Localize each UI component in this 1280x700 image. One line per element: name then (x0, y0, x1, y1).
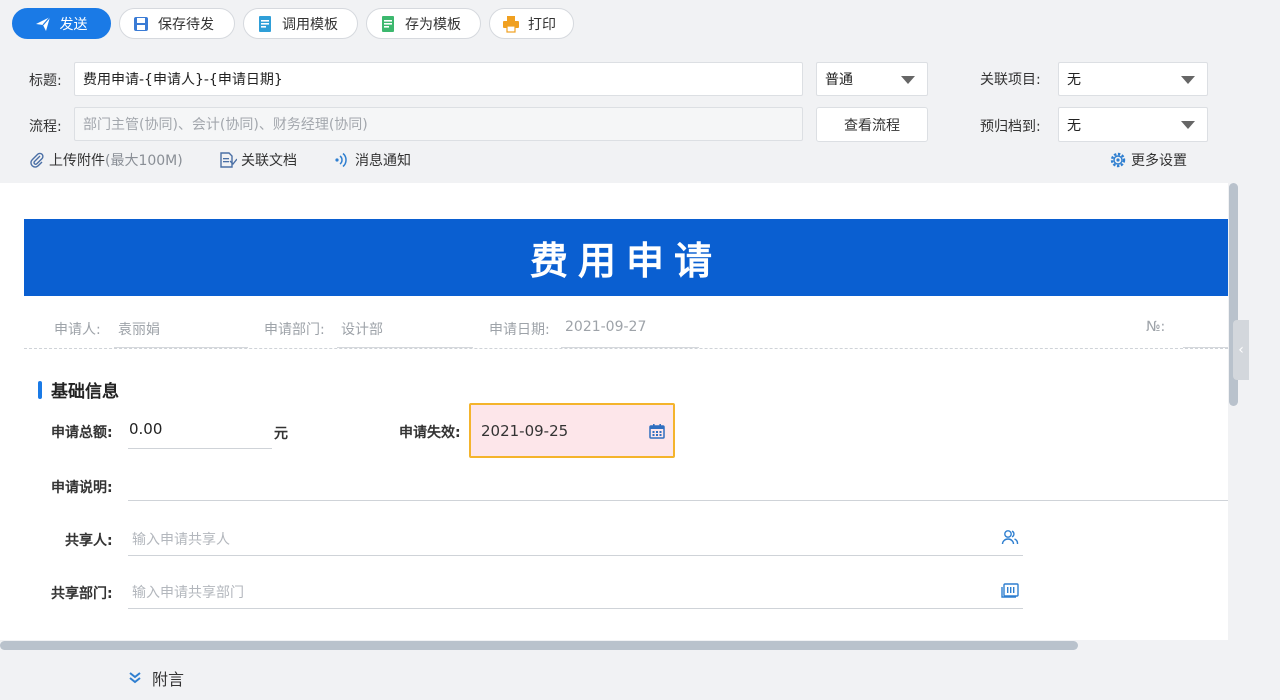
amount-input[interactable]: 0.00 (128, 415, 272, 449)
expire-date-input[interactable]: 2021-09-25 (469, 403, 675, 458)
form-document: 费用申请 申请人: 袁丽娟 申请部门: 设计部 申请日期: 2021-09-27… (0, 183, 1228, 640)
amount-unit: 元 (274, 426, 288, 442)
view-flow-button[interactable]: 查看流程 (816, 107, 928, 142)
paperclip-icon (30, 152, 44, 168)
send-button[interactable]: 发送 (12, 8, 111, 39)
use-template-button[interactable]: 调用模板 (243, 8, 358, 39)
double-chevron-down-icon (129, 672, 141, 684)
archive-label: 预归档到: (980, 119, 1041, 135)
share-dept-placeholder: 输入申请共享部门 (132, 585, 244, 601)
chevron-down-icon (1181, 76, 1195, 84)
description-label: 申请说明: (51, 480, 113, 496)
toolbar: 发送 保存待发 调用模板 存为模板 打印 (12, 8, 574, 39)
related-project-select[interactable]: 无 (1058, 62, 1208, 96)
chevron-down-icon (1181, 121, 1195, 129)
date-label: 申请日期: (489, 322, 550, 338)
horizontal-scrollbar-thumb[interactable] (0, 641, 1078, 650)
related-doc-link[interactable]: 关联文档 (219, 150, 297, 170)
save-template-label: 存为模板 (405, 16, 461, 33)
attach-comment-label: 附言 (152, 670, 185, 689)
chevron-left-icon: ‹ (1238, 342, 1244, 358)
attach-comment-toggle[interactable]: 附言 (128, 666, 184, 690)
divider (24, 348, 1228, 349)
flow-label: 流程: (29, 119, 62, 135)
priority-select[interactable]: 普通 (816, 62, 928, 96)
related-doc-label: 关联文档 (241, 153, 297, 169)
priority-value: 普通 (825, 72, 853, 88)
description-input[interactable] (128, 467, 1228, 501)
more-settings-label: 更多设置 (1131, 153, 1187, 169)
amount-label: 申请总额: (51, 425, 113, 441)
flow-value: 部门主管(协同)、会计(协同)、财务经理(协同) (83, 117, 368, 133)
document-link-icon (220, 152, 237, 168)
partial-row (128, 633, 1023, 640)
save-draft-button[interactable]: 保存待发 (119, 8, 235, 39)
title-input[interactable]: 费用申请-{申请人}-{申请日期} (74, 62, 803, 96)
more-settings-link[interactable]: 更多设置 (1109, 150, 1187, 170)
paper-plane-icon (35, 16, 50, 31)
dept-value: 设计部 (337, 317, 473, 348)
template-icon (259, 15, 271, 32)
gear-icon (1110, 152, 1126, 168)
save-template-button[interactable]: 存为模板 (366, 8, 481, 39)
form-banner-title: 费用申请 (24, 219, 1228, 296)
upload-limit: (最大100M) (105, 153, 183, 169)
users-icon[interactable] (1001, 529, 1019, 545)
applicant-label: 申请人: (54, 322, 101, 338)
applicant-value: 袁丽娟 (114, 317, 248, 348)
department-icon[interactable] (1001, 582, 1019, 598)
share-dept-input[interactable]: 输入申请共享部门 (128, 574, 1023, 609)
save-template-icon (382, 15, 394, 32)
message-notify-link[interactable]: 消息通知 (333, 150, 411, 170)
upload-attachment-link[interactable]: 上传附件 (最大100M) (29, 150, 183, 170)
expire-date-value: 2021-09-25 (481, 421, 569, 440)
share-person-placeholder: 输入申请共享人 (132, 532, 230, 548)
title-label: 标题: (29, 73, 62, 89)
related-project-value: 无 (1067, 72, 1081, 88)
related-project-label: 关联项目: (980, 72, 1041, 88)
save-draft-label: 保存待发 (158, 16, 214, 33)
archive-select[interactable]: 无 (1058, 107, 1208, 142)
section-marker (38, 381, 42, 399)
notify-label: 消息通知 (355, 153, 411, 169)
use-template-label: 调用模板 (282, 16, 338, 33)
section-title: 基础信息 (51, 382, 119, 402)
date-value: 2021-09-27 (561, 317, 699, 348)
expire-label: 申请失效: (399, 425, 461, 441)
save-icon (134, 16, 148, 31)
calendar-icon[interactable] (649, 423, 665, 439)
dept-label: 申请部门: (264, 322, 325, 338)
upload-label: 上传附件 (49, 153, 105, 169)
share-dept-label: 共享部门: (51, 586, 113, 602)
number-value (1183, 317, 1228, 348)
title-value: 费用申请-{申请人}-{申请日期} (83, 72, 283, 88)
amount-value: 0.00 (129, 420, 163, 438)
print-button[interactable]: 打印 (489, 8, 574, 39)
send-label: 发送 (59, 16, 88, 33)
archive-value: 无 (1067, 117, 1081, 134)
share-person-input[interactable]: 输入申请共享人 (128, 521, 1023, 556)
print-label: 打印 (528, 16, 556, 33)
printer-icon (503, 15, 519, 33)
number-label: №: (1146, 319, 1166, 335)
view-flow-label: 查看流程 (844, 117, 900, 134)
chevron-down-icon (901, 76, 915, 84)
flow-field: 部门主管(协同)、会计(协同)、财务经理(协同) (74, 107, 803, 141)
signal-icon (335, 152, 347, 168)
share-person-label: 共享人: (65, 533, 113, 549)
side-panel-toggle[interactable]: ‹ (1233, 320, 1249, 380)
